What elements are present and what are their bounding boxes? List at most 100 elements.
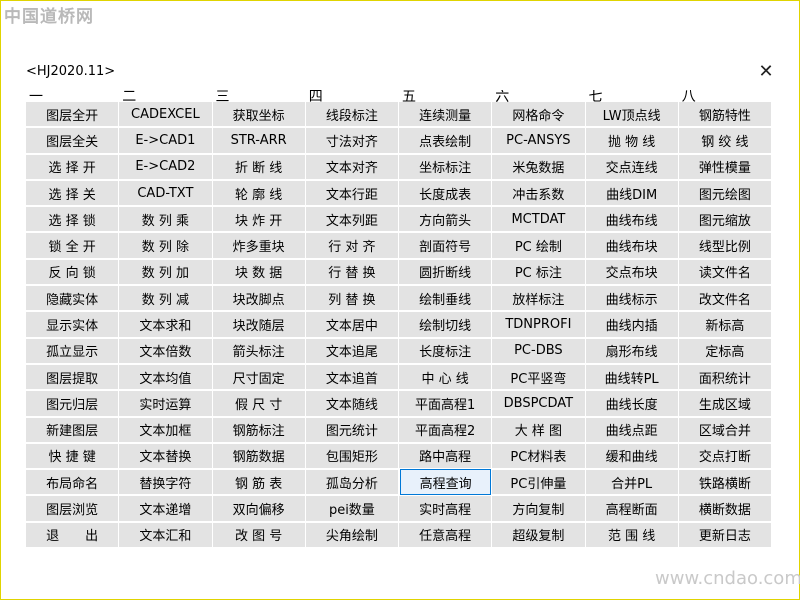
command-button[interactable]: 钢筋特性	[678, 102, 772, 127]
command-button[interactable]: 读文件名	[678, 259, 772, 285]
command-button[interactable]: PC 绘制	[492, 233, 586, 258]
command-button[interactable]: 线段标注	[305, 102, 399, 127]
command-button[interactable]: 双向偏移	[212, 496, 306, 521]
command-button[interactable]: 折 断 线	[212, 154, 306, 179]
command-button[interactable]: 实时运算	[119, 391, 213, 416]
command-button[interactable]: 高程断面	[585, 496, 679, 521]
command-button[interactable]: 隐藏实体	[26, 286, 120, 311]
command-button[interactable]: 文本求和	[119, 312, 213, 337]
command-button[interactable]: PC材料表	[492, 443, 586, 469]
command-button[interactable]: 实时高程	[399, 496, 493, 521]
command-button[interactable]: CAD-TXT	[119, 180, 213, 206]
command-button[interactable]: 坐标标注	[399, 154, 493, 179]
command-button[interactable]: 范 围 线	[585, 522, 679, 547]
command-button[interactable]: 图层全关	[26, 128, 120, 153]
command-button[interactable]: 高程查询	[400, 469, 492, 496]
command-button[interactable]: 平面高程2	[399, 417, 493, 442]
command-button[interactable]: 布局命名	[26, 470, 120, 495]
command-button[interactable]: 锁 全 开	[26, 233, 120, 258]
command-button[interactable]: 横断数据	[678, 496, 772, 521]
command-button[interactable]: 冲击系数	[492, 180, 586, 206]
command-button[interactable]: 数 列 乘	[119, 207, 213, 232]
command-button[interactable]: 文本递增	[119, 496, 213, 521]
command-button[interactable]: 弹性模量	[678, 154, 772, 179]
command-button[interactable]: 连续测量	[399, 102, 493, 127]
command-button[interactable]: 箭头标注	[212, 338, 306, 363]
command-button[interactable]: 曲线长度	[585, 391, 679, 416]
command-button[interactable]: 扇形布线	[585, 338, 679, 363]
command-button[interactable]: 选 择 开	[26, 154, 120, 179]
command-button[interactable]: 任意高程	[399, 522, 493, 547]
command-button[interactable]: 图元绘图	[678, 180, 772, 206]
command-button[interactable]: 获取坐标	[212, 102, 306, 127]
command-button[interactable]: 轮 廓 线	[212, 180, 306, 206]
command-button[interactable]: LW顶点线	[585, 102, 679, 127]
command-button[interactable]: 显示实体	[26, 312, 120, 337]
command-button[interactable]: 网格命令	[492, 102, 586, 127]
command-button[interactable]: 数 列 加	[119, 259, 213, 285]
command-button[interactable]: 方向复制	[492, 496, 586, 521]
command-button[interactable]: 线型比例	[678, 233, 772, 258]
command-button[interactable]: 块改脚点	[212, 286, 306, 311]
command-button[interactable]: 曲线DIM	[585, 180, 679, 206]
command-button[interactable]: PC-ANSYS	[492, 128, 586, 153]
command-button[interactable]: 图元归层	[26, 391, 120, 416]
command-button[interactable]: PC平竖弯	[492, 364, 586, 390]
command-button[interactable]: 生成区域	[678, 391, 772, 416]
command-button[interactable]: 更新日志	[678, 522, 772, 547]
command-button[interactable]: PC-DBS	[492, 338, 586, 363]
command-button[interactable]: 超级复制	[492, 522, 586, 547]
command-button[interactable]: 点表绘制	[399, 128, 493, 153]
command-button[interactable]: 抛 物 线	[585, 128, 679, 153]
command-button[interactable]: 图层提取	[26, 364, 120, 390]
command-button[interactable]: 曲线布线	[585, 207, 679, 232]
command-button[interactable]: 文本居中	[305, 312, 399, 337]
command-button[interactable]: 圆折断线	[399, 259, 493, 285]
command-button[interactable]: 尖角绘制	[305, 522, 399, 547]
command-button[interactable]: 寸法对齐	[305, 128, 399, 153]
command-button[interactable]: 文本对齐	[305, 154, 399, 179]
command-button[interactable]: 区域合并	[678, 417, 772, 442]
command-button[interactable]: 反 向 锁	[26, 259, 120, 285]
command-button[interactable]: 文本加框	[119, 417, 213, 442]
command-button[interactable]: STR-ARR	[212, 128, 306, 153]
command-button[interactable]: 铁路横断	[678, 470, 772, 495]
command-button[interactable]: 炸多重块	[212, 233, 306, 258]
command-button[interactable]: 退 出	[26, 522, 120, 547]
command-button[interactable]: 钢 筋 表	[212, 470, 306, 495]
command-button[interactable]: 替换字符	[119, 470, 213, 495]
command-button[interactable]: 曲线布块	[585, 233, 679, 258]
command-button[interactable]: 块 炸 开	[212, 207, 306, 232]
command-button[interactable]: 选 择 锁	[26, 207, 120, 232]
command-button[interactable]: 新建图层	[26, 417, 120, 442]
command-button[interactable]: 放样标注	[492, 286, 586, 311]
command-button[interactable]: 图层全开	[26, 102, 120, 127]
command-button[interactable]: 大 样 图	[492, 417, 586, 442]
command-button[interactable]: MCTDAT	[492, 207, 586, 232]
command-button[interactable]: 图元统计	[305, 417, 399, 442]
command-button[interactable]: 钢 绞 线	[678, 128, 772, 153]
command-button[interactable]: 文本追首	[305, 364, 399, 390]
command-button[interactable]: 孤岛分析	[305, 470, 399, 495]
command-button[interactable]: 数 列 减	[119, 286, 213, 311]
command-button[interactable]: 行 对 齐	[305, 233, 399, 258]
command-button[interactable]: 快 捷 键	[26, 443, 120, 469]
command-button[interactable]: 文本追尾	[305, 338, 399, 363]
command-button[interactable]: 长度成表	[399, 180, 493, 206]
command-button[interactable]: 文本随线	[305, 391, 399, 416]
command-button[interactable]: 平面高程1	[399, 391, 493, 416]
command-button[interactable]: PC引伸量	[492, 470, 586, 495]
command-button[interactable]: 合并PL	[585, 470, 679, 495]
command-button[interactable]: 绘制垂线	[399, 286, 493, 311]
command-button[interactable]: E->CAD1	[119, 128, 213, 153]
command-button[interactable]: 面积统计	[678, 364, 772, 390]
command-button[interactable]: 文本倍数	[119, 338, 213, 363]
command-button[interactable]: 尺寸固定	[212, 364, 306, 390]
command-button[interactable]: TDNPROFI	[492, 312, 586, 337]
command-button[interactable]: 文本行距	[305, 180, 399, 206]
command-button[interactable]: 交点连线	[585, 154, 679, 179]
close-icon[interactable]: ✕	[757, 63, 775, 81]
command-button[interactable]: 列 替 换	[305, 286, 399, 311]
command-button[interactable]: 绘制切线	[399, 312, 493, 337]
command-button[interactable]: 文本汇和	[119, 522, 213, 547]
